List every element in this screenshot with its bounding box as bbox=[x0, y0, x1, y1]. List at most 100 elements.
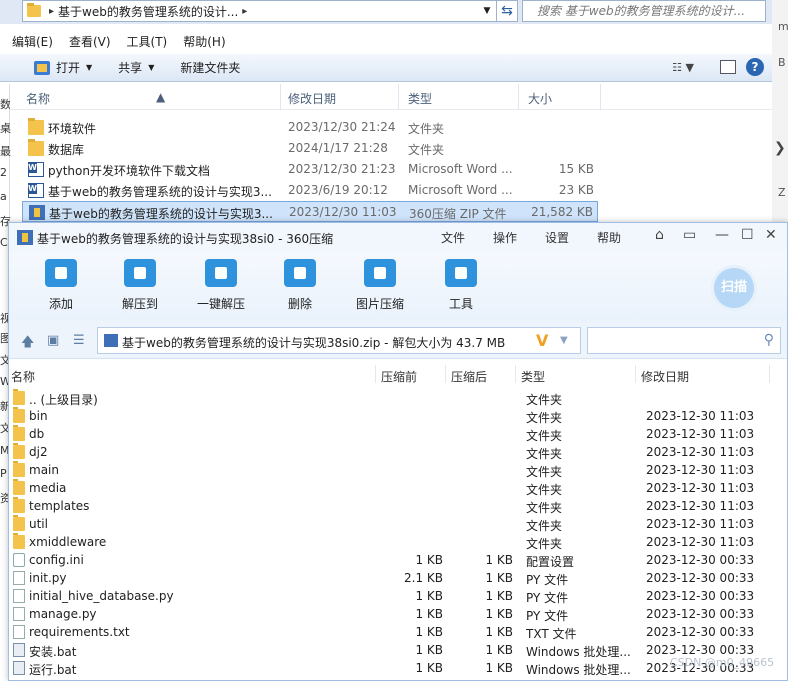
zip-file-icon bbox=[29, 205, 45, 220]
zip-entry-type: 文件夹 bbox=[526, 411, 563, 425]
zip-entry-type: 文件夹 bbox=[526, 447, 563, 461]
zip-row[interactable]: templates 文件夹 2023-12-30 11:03 bbox=[9, 497, 787, 515]
zcol-before[interactable]: 压缩前 bbox=[381, 368, 417, 385]
search-icon[interactable]: ⚲ bbox=[764, 332, 774, 348]
new-folder-label: 新建文件夹 bbox=[180, 61, 241, 75]
file-row[interactable]: 数据库 2024/1/17 21:28 文件夹 bbox=[22, 138, 598, 159]
folder-icon bbox=[13, 461, 25, 477]
zip-entry-date: 2023-12-30 00:33 bbox=[646, 553, 755, 567]
zip-entry-type: Windows 批处理... bbox=[526, 645, 631, 659]
folder-icon bbox=[28, 118, 44, 135]
file-icon bbox=[13, 625, 25, 639]
skin-icon[interactable]: ⌂ bbox=[655, 227, 664, 243]
zip-nav-bar: 🡅 ▣ ☰ 基于web的教务管理系统的设计与实现38si0.zip - 解包大小… bbox=[9, 321, 787, 359]
zip-search-input[interactable]: ⚲ bbox=[587, 327, 781, 354]
zip-row[interactable]: initial_hive_database.py 1 KB 1 KB PY 文件 202… bbox=[9, 587, 787, 605]
zip-entry-type: 文件夹 bbox=[526, 393, 563, 407]
menu-help[interactable]: 帮助(H) bbox=[183, 33, 225, 50]
zip-entry-date: 2023-12-30 00:33 bbox=[646, 625, 755, 639]
zip-row[interactable]: main 文件夹 2023-12-30 11:03 bbox=[9, 461, 787, 479]
file-row[interactable]: python开发环境软件下载文档 2023/12/30 21:23 Microsof… bbox=[22, 159, 598, 180]
zip-row[interactable]: init.py 2.1 KB 1 KB PY 文件 2023-12-30 00:33 bbox=[9, 569, 787, 587]
zip-row[interactable]: .. (上级目录) 文件夹 bbox=[9, 389, 787, 407]
one-click-extract-icon bbox=[205, 259, 237, 287]
zip-entry-name: init.py bbox=[29, 571, 67, 585]
address-bar[interactable]: ▸ 基于web的教务管理系统的设计... ▸ bbox=[22, 0, 516, 22]
folder-icon bbox=[13, 533, 25, 549]
zip-entry-type: 文件夹 bbox=[526, 465, 563, 479]
zcol-date[interactable]: 修改日期 bbox=[641, 368, 689, 385]
extract-to-button[interactable]: 解压到 bbox=[105, 259, 175, 312]
add-button[interactable]: 添加 bbox=[26, 259, 96, 312]
delete-button[interactable]: 删除 bbox=[265, 259, 335, 312]
zip-entry-name: manage.py bbox=[29, 607, 97, 621]
zip-menu-action[interactable]: 操作 bbox=[493, 229, 517, 246]
col-date[interactable]: 修改日期 bbox=[288, 90, 336, 107]
zip-row[interactable]: xmiddleware 文件夹 2023-12-30 11:03 bbox=[9, 533, 787, 551]
image-compress-button[interactable]: 图片压缩 bbox=[345, 259, 415, 312]
share-button[interactable]: 共享 ▼ bbox=[118, 59, 154, 76]
search-input[interactable]: 搜索 基于web的教务管理系统的设计... bbox=[522, 0, 766, 22]
address-text: 基于web的教务管理系统的设计... bbox=[58, 4, 239, 19]
tools-button[interactable]: 工具 bbox=[426, 259, 496, 312]
zcol-after[interactable]: 压缩后 bbox=[451, 368, 487, 385]
maximize-icon[interactable]: ☐ bbox=[741, 227, 754, 243]
zip-path-bar[interactable]: 基于web的教务管理系统的设计与实现38si0.zip - 解包大小为 43.7… bbox=[97, 327, 581, 354]
zip-row[interactable]: config.ini 1 KB 1 KB 配置设置 2023-12-30 00:33 bbox=[9, 551, 787, 569]
zip-entry-size-after: 1 KB bbox=[485, 607, 513, 621]
zip-menu-file[interactable]: 文件 bbox=[441, 229, 465, 246]
menu-tools[interactable]: 工具(T) bbox=[127, 33, 168, 50]
list-view-icon[interactable]: ☰ bbox=[73, 333, 85, 348]
address-dropdown-icon[interactable]: ▼ bbox=[478, 2, 496, 20]
view-options-icon[interactable]: ☷ ▼ bbox=[672, 61, 694, 74]
folder-icon bbox=[13, 497, 25, 513]
chevron-down-icon[interactable]: ▼ bbox=[560, 335, 568, 346]
zcol-type[interactable]: 类型 bbox=[521, 368, 545, 385]
zip-entry-type: PY 文件 bbox=[526, 609, 569, 623]
folder-icon bbox=[13, 425, 25, 441]
up-arrow-icon[interactable]: 🡅 bbox=[21, 333, 34, 355]
thumbnail-view-icon[interactable]: ▣ bbox=[47, 333, 59, 348]
file-name: 数据库 bbox=[48, 143, 85, 157]
file-row[interactable]: 基于web的教务管理系统的设计与实现3... 2023/6/19 20:12 Mic… bbox=[22, 180, 598, 201]
menu-view[interactable]: 查看(V) bbox=[69, 33, 111, 50]
zip-menu-help[interactable]: 帮助 bbox=[597, 229, 621, 246]
one-click-extract-button[interactable]: 一键解压 bbox=[186, 259, 256, 312]
file-icon bbox=[13, 571, 25, 585]
file-row[interactable]: 环境软件 2023/12/30 21:24 文件夹 bbox=[22, 117, 598, 138]
zip-row[interactable]: util 文件夹 2023-12-30 11:03 bbox=[9, 515, 787, 533]
preview-pane-icon[interactable] bbox=[720, 60, 736, 74]
zip-entry-type: 配置设置 bbox=[526, 555, 575, 569]
file-icon bbox=[13, 589, 25, 603]
open-button[interactable]: 打开 ▼ bbox=[34, 59, 92, 76]
zip-entry-size-before: 1 KB bbox=[415, 661, 443, 675]
zcol-name[interactable]: 名称 bbox=[11, 368, 35, 385]
col-size[interactable]: 大小 bbox=[528, 90, 552, 107]
zip-row[interactable]: db 文件夹 2023-12-30 11:03 bbox=[9, 425, 787, 443]
zip-entry-name: .. (上级目录) bbox=[29, 393, 98, 407]
feedback-icon[interactable]: ▭ bbox=[683, 227, 696, 243]
minimize-icon[interactable]: — bbox=[715, 227, 729, 243]
file-size: 21,582 KB bbox=[531, 205, 593, 219]
zip-row[interactable]: manage.py 1 KB 1 KB PY 文件 2023-12-30 00:33 bbox=[9, 605, 787, 623]
zip-entry-name: xmiddleware bbox=[29, 535, 107, 549]
folder-icon bbox=[13, 443, 25, 459]
zip-entry-date: 2023-12-30 00:33 bbox=[646, 589, 755, 603]
zip-row[interactable]: bin 文件夹 2023-12-30 11:03 bbox=[9, 407, 787, 425]
col-name[interactable]: 名称 bbox=[26, 90, 50, 107]
file-list-header: 名称 ▲ 修改日期 类型 大小 bbox=[10, 84, 772, 110]
help-icon[interactable]: ? bbox=[746, 58, 764, 76]
zip-row[interactable]: requirements.txt 1 KB 1 KB TXT 文件 2023-12-30… bbox=[9, 623, 787, 641]
zip-menu-settings[interactable]: 设置 bbox=[545, 229, 569, 246]
zip-entry-type: TXT 文件 bbox=[526, 627, 577, 641]
refresh-icon[interactable]: ⇆ bbox=[496, 0, 518, 22]
scan-button[interactable]: 扫描 bbox=[711, 265, 757, 311]
menu-edit[interactable]: 编辑(E) bbox=[12, 33, 53, 50]
zip-row[interactable]: dj2 文件夹 2023-12-30 11:03 bbox=[9, 443, 787, 461]
new-folder-button[interactable]: 新建文件夹 bbox=[180, 59, 240, 76]
close-icon[interactable]: ✕ bbox=[765, 227, 777, 243]
file-row[interactable]: 基于web的教务管理系统的设计与实现3... 2023/12/30 11:03 36… bbox=[22, 201, 598, 222]
col-type[interactable]: 类型 bbox=[408, 90, 432, 107]
folder-icon bbox=[13, 389, 25, 405]
zip-row[interactable]: media 文件夹 2023-12-30 11:03 bbox=[9, 479, 787, 497]
